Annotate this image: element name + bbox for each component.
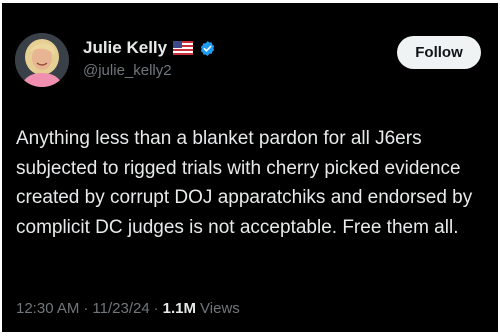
views-count[interactable]: 1.1M <box>163 300 196 317</box>
verified-badge-icon <box>199 40 216 57</box>
avatar[interactable] <box>15 33 69 87</box>
meta-separator: · <box>83 300 89 317</box>
follow-button[interactable]: Follow <box>397 36 481 69</box>
views-label: Views <box>200 300 240 317</box>
tweet-text: Anything less than a blanket pardon for … <box>16 128 473 238</box>
tweet-card: Julie Kelly @julie_kelly2 Follow Anythin… <box>2 3 498 332</box>
author-display-name[interactable]: Julie Kelly <box>83 38 167 58</box>
tweet-date[interactable]: 11/23/24 <box>92 300 149 317</box>
us-flag-icon <box>173 41 194 55</box>
meta-separator: · <box>153 300 159 317</box>
author-handle[interactable]: @julie_kelly2 <box>83 62 172 79</box>
tweet-time[interactable]: 12:30 AM <box>16 300 79 317</box>
avatar-image <box>15 33 69 87</box>
tweet-metadata: 12:30 AM · 11/23/24 · 1.1M Views <box>16 300 240 317</box>
author-name-row: Julie Kelly <box>83 37 216 59</box>
